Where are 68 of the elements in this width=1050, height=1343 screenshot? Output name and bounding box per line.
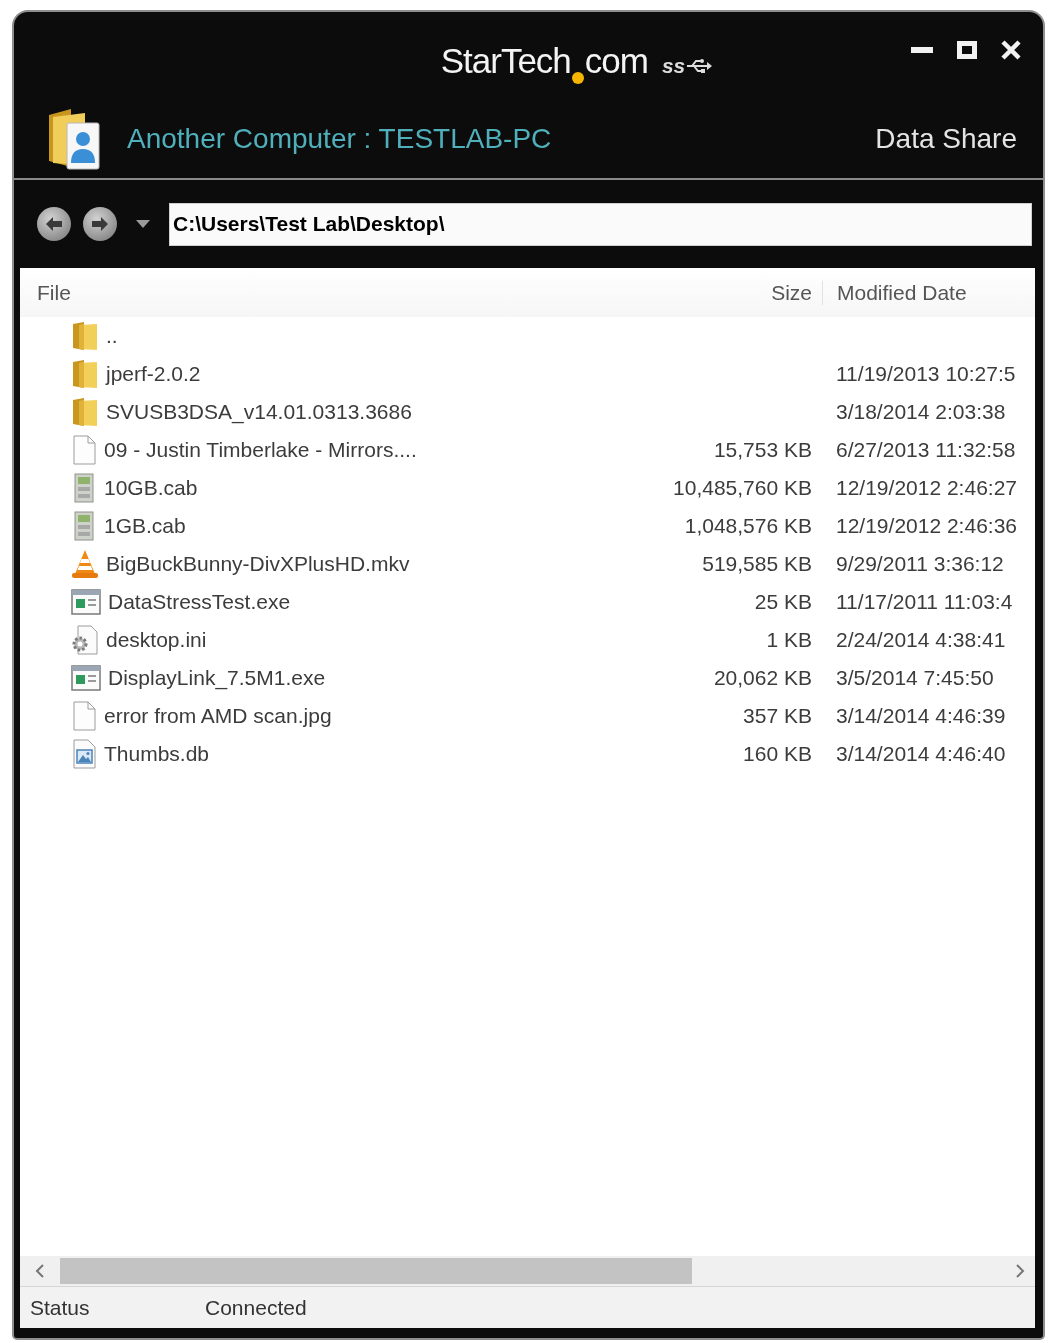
status-label: Status [29,1295,91,1320]
modified-date: 2/24/2014 4:38:41 [836,628,1007,652]
status-text: Connected [205,1295,307,1320]
logo-text: StarTech [440,42,571,78]
file-size: 15,753 KB [712,438,812,462]
file-name[interactable]: DataStressTest.exe [108,590,291,614]
modified-date: 11/19/2013 10:27:5 [836,362,1017,386]
arrow-right-icon [91,216,109,232]
file-name[interactable]: desktop.ini [106,628,207,652]
modified-date: 6/27/2013 11:32:58 [836,438,1017,462]
program-window-icon [71,664,101,692]
file-size: 25 KB [753,590,812,614]
connection-title: Another Computer : TESTLAB-PC [127,123,552,155]
file-name[interactable]: 09 - Justin Timberlake - Mirrors.... [104,438,417,462]
file-size: 20,062 KB [712,666,812,690]
document-icon [71,435,97,465]
file-size: 1,048,576 KB [683,514,812,538]
back-button[interactable] [37,207,71,241]
file-name[interactable]: 10GB.cab [104,476,198,500]
logo-text: com [584,42,648,78]
usb-icon [686,58,713,73]
program-window-icon [71,588,101,616]
modified-date: 9/29/2011 3:36:12 [836,552,1005,576]
column-header[interactable]: Size [612,280,812,305]
file-name[interactable]: error from AMD scan.jpg [104,704,332,728]
chevron-right-icon[interactable] [1015,1264,1025,1278]
mode-label: Data Share [875,123,1017,155]
modified-date: 3/18/2014 2:03:38 [836,400,1007,424]
modified-date: 3/14/2014 4:46:40 [836,742,1007,766]
file-name[interactable]: Thumbs.db [104,742,210,766]
arrow-left-icon [45,216,63,232]
logo-dot-icon [571,71,584,84]
archive-icon [71,473,97,503]
column-header[interactable]: Modified Date [822,280,1035,305]
traffic-cone-icon [71,549,99,579]
close-icon[interactable] [1001,40,1021,60]
folder-icon [71,321,99,351]
modified-date: 11/17/2011 11:03:4 [836,590,1014,614]
scrollbar-thumb[interactable] [60,1258,692,1284]
modified-date: 3/5/2014 7:45:50 [836,666,995,690]
caret-icon[interactable] [135,219,151,229]
folder-icon [71,359,99,389]
file-name[interactable]: SVUSB3DSA_v14.01.0313.3686 [106,400,412,424]
file-size: 160 KB [742,742,812,766]
file-name[interactable]: BigBuckBunny-DivXPlusHD.mkv [106,552,410,576]
modified-date: 3/14/2014 4:46:39 [836,704,1007,728]
file-size: 357 KB [742,704,812,728]
gear-document-icon [71,625,99,655]
file-size: 10,485,760 KB [672,476,812,500]
document-icon [71,701,97,731]
archive-icon [71,511,97,541]
file-name[interactable]: 1GB.cab [104,514,186,538]
file-size: 519,585 KB [701,552,812,576]
path-field[interactable]: C:\Users\Test Lab\Desktop\ [169,202,1032,246]
forward-button[interactable] [83,207,117,241]
file-name[interactable]: DisplayLink_7.5M1.exe [108,666,326,690]
horizontal-scrollbar[interactable] [20,1256,1035,1286]
chevron-left-icon[interactable] [35,1264,45,1278]
modified-date: 12/19/2012 2:46:36 [836,514,1018,538]
file-size: 1 KB [765,628,812,652]
column-header[interactable]: File [20,280,588,305]
file-name[interactable]: jperf-2.0.2 [106,362,201,386]
folder-icon [71,397,99,427]
superspeed-text: ss [661,53,686,78]
file-name[interactable]: .. [106,324,118,348]
image-document-icon [71,739,97,769]
modified-date: 12/19/2012 2:46:27 [836,476,1018,500]
maximize-icon[interactable] [957,41,977,59]
